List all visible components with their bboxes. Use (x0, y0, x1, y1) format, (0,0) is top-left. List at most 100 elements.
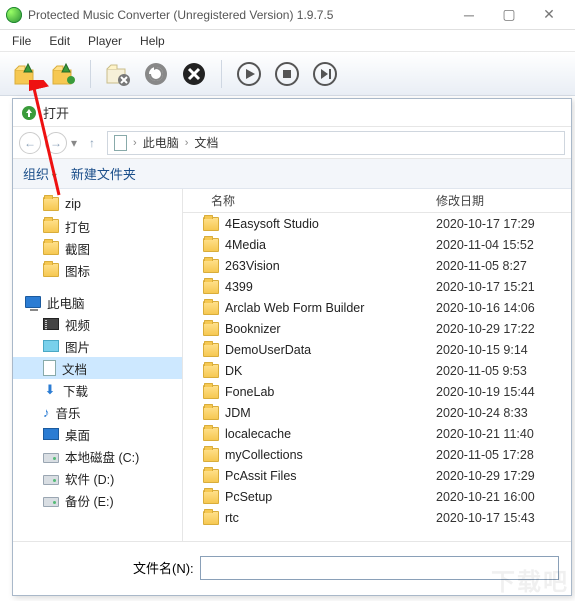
tree-pc[interactable]: 此电脑 (13, 291, 182, 313)
stop-convert-button[interactable] (177, 57, 211, 91)
app-icon (6, 7, 22, 23)
file-name: 4Media (225, 238, 266, 252)
tree-music[interactable]: ♪音乐 (13, 401, 182, 423)
list-item[interactable]: rtc2020-10-17 15:43 (183, 507, 571, 528)
menu-player[interactable]: Player (80, 32, 130, 50)
dialog-title: 打开 (43, 103, 69, 122)
file-name: Booknizer (225, 322, 281, 336)
nav-back-button[interactable]: ← (19, 132, 41, 154)
folder-icon (203, 343, 219, 357)
documents-icon (43, 360, 56, 376)
tree-tubiao[interactable]: 图标 (13, 259, 182, 281)
folder-icon (203, 217, 219, 231)
tree-drive-c[interactable]: 本地磁盘 (C:) (13, 445, 182, 467)
list-item[interactable]: 43992020-10-17 15:21 (183, 276, 571, 297)
list-header: 名称 修改日期 (183, 189, 571, 213)
tree-dl[interactable]: ⬇下载 (13, 379, 182, 401)
file-name: localecache (225, 427, 291, 441)
new-folder-button[interactable]: 新建文件夹 (71, 164, 136, 183)
desktop-icon (43, 428, 59, 440)
folder-icon (203, 448, 219, 462)
close-button[interactable]: ✕ (529, 1, 569, 29)
folder-remove-icon (104, 60, 132, 88)
file-name: FoneLab (225, 385, 274, 399)
play-button[interactable] (232, 57, 266, 91)
list-item[interactable]: Arclab Web Form Builder2020-10-16 14:06 (183, 297, 571, 318)
tree-pic[interactable]: 图片 (13, 335, 182, 357)
music-icon: ♪ (43, 405, 50, 420)
list-item[interactable]: localecache2020-10-21 11:40 (183, 423, 571, 444)
folder-icon (203, 406, 219, 420)
filename-input[interactable] (200, 556, 559, 580)
drive-icon (43, 497, 59, 507)
folder-icon (203, 385, 219, 399)
nav-tree[interactable]: zip 打包 截图 图标 此电脑 视频 图片 文档 ⬇下载 ♪音乐 桌面 本地磁… (13, 189, 183, 541)
convert-button[interactable] (139, 57, 173, 91)
file-name: 263Vision (225, 259, 280, 273)
list-item[interactable]: PcSetup2020-10-21 16:00 (183, 486, 571, 507)
list-item[interactable]: 263Vision2020-11-05 8:27 (183, 255, 571, 276)
menu-file[interactable]: File (4, 32, 39, 50)
tree-jietu[interactable]: 截图 (13, 237, 182, 259)
list-item[interactable]: 4Easysoft Studio2020-10-17 17:29 (183, 213, 571, 234)
minimize-button[interactable]: ─ (449, 1, 489, 29)
drive-icon (43, 475, 59, 485)
tree-drive-d[interactable]: 软件 (D:) (13, 467, 182, 489)
add-file-button[interactable] (8, 57, 42, 91)
dialog-icon (21, 105, 37, 121)
list-item[interactable]: DemoUserData2020-10-15 9:14 (183, 339, 571, 360)
folder-icon (203, 280, 219, 294)
stop-icon (180, 60, 208, 88)
add-file-icon (11, 60, 39, 88)
remove-button[interactable] (101, 57, 135, 91)
stop-play-button[interactable] (270, 57, 304, 91)
folder-icon (203, 322, 219, 336)
list-item[interactable]: 4Media2020-11-04 15:52 (183, 234, 571, 255)
file-name: PcAssit Files (225, 469, 297, 483)
list-item[interactable]: PcAssit Files 2020-10-29 17:29 (183, 465, 571, 486)
organize-menu[interactable]: 组织 (23, 164, 57, 183)
filename-label: 文件名(N): (133, 558, 194, 577)
folder-icon (203, 259, 219, 273)
menu-edit[interactable]: Edit (41, 32, 78, 50)
file-date: 2020-10-21 16:00 (436, 490, 571, 504)
nav-fwd-button[interactable]: → (45, 132, 67, 154)
file-date: 2020-10-15 9:14 (436, 343, 571, 357)
folder-icon (203, 469, 219, 483)
col-date[interactable]: 修改日期 (436, 192, 571, 209)
maximize-button[interactable]: ▢ (489, 1, 529, 29)
address-bar[interactable]: › 此电脑 › 文档 (107, 131, 565, 155)
list-item[interactable]: JDM2020-10-24 8:33 (183, 402, 571, 423)
tree-zip[interactable]: zip (13, 193, 182, 215)
crumb-current[interactable]: 文档 (194, 134, 218, 151)
menu-help[interactable]: Help (132, 32, 173, 50)
file-date: 2020-10-29 17:29 (436, 469, 571, 483)
list-item[interactable]: FoneLab 2020-10-19 15:44 (183, 381, 571, 402)
file-list[interactable]: 名称 修改日期 4Easysoft Studio2020-10-17 17:29… (183, 189, 571, 541)
nav-history-button[interactable]: ▾ (71, 136, 77, 150)
next-icon (311, 60, 339, 88)
crumb-root[interactable]: 此电脑 (143, 134, 179, 151)
file-date: 2020-10-17 15:43 (436, 511, 571, 525)
list-item[interactable]: myCollections2020-11-05 17:28 (183, 444, 571, 465)
file-date: 2020-10-19 15:44 (436, 385, 571, 399)
tree-doc[interactable]: 文档 (13, 357, 182, 379)
file-date: 2020-10-17 17:29 (436, 217, 571, 231)
tree-drive-e[interactable]: 备份 (E:) (13, 489, 182, 511)
list-item[interactable]: DK2020-11-05 9:53 (183, 360, 571, 381)
convert-icon (142, 60, 170, 88)
tree-desk[interactable]: 桌面 (13, 423, 182, 445)
file-date: 2020-10-24 8:33 (436, 406, 571, 420)
next-button[interactable] (308, 57, 342, 91)
list-item[interactable]: Booknizer2020-10-29 17:22 (183, 318, 571, 339)
nav-up-button[interactable]: ↑ (81, 132, 103, 154)
pathbar: ← → ▾ ↑ › 此电脑 › 文档 (13, 127, 571, 159)
tree-video[interactable]: 视频 (13, 313, 182, 335)
drive-icon (43, 453, 59, 463)
col-name[interactable]: 名称 (183, 192, 436, 209)
add-folder-button[interactable] (46, 57, 80, 91)
stop-play-icon (273, 60, 301, 88)
file-name: myCollections (225, 448, 303, 462)
video-icon (43, 318, 59, 330)
tree-dabao[interactable]: 打包 (13, 215, 182, 237)
